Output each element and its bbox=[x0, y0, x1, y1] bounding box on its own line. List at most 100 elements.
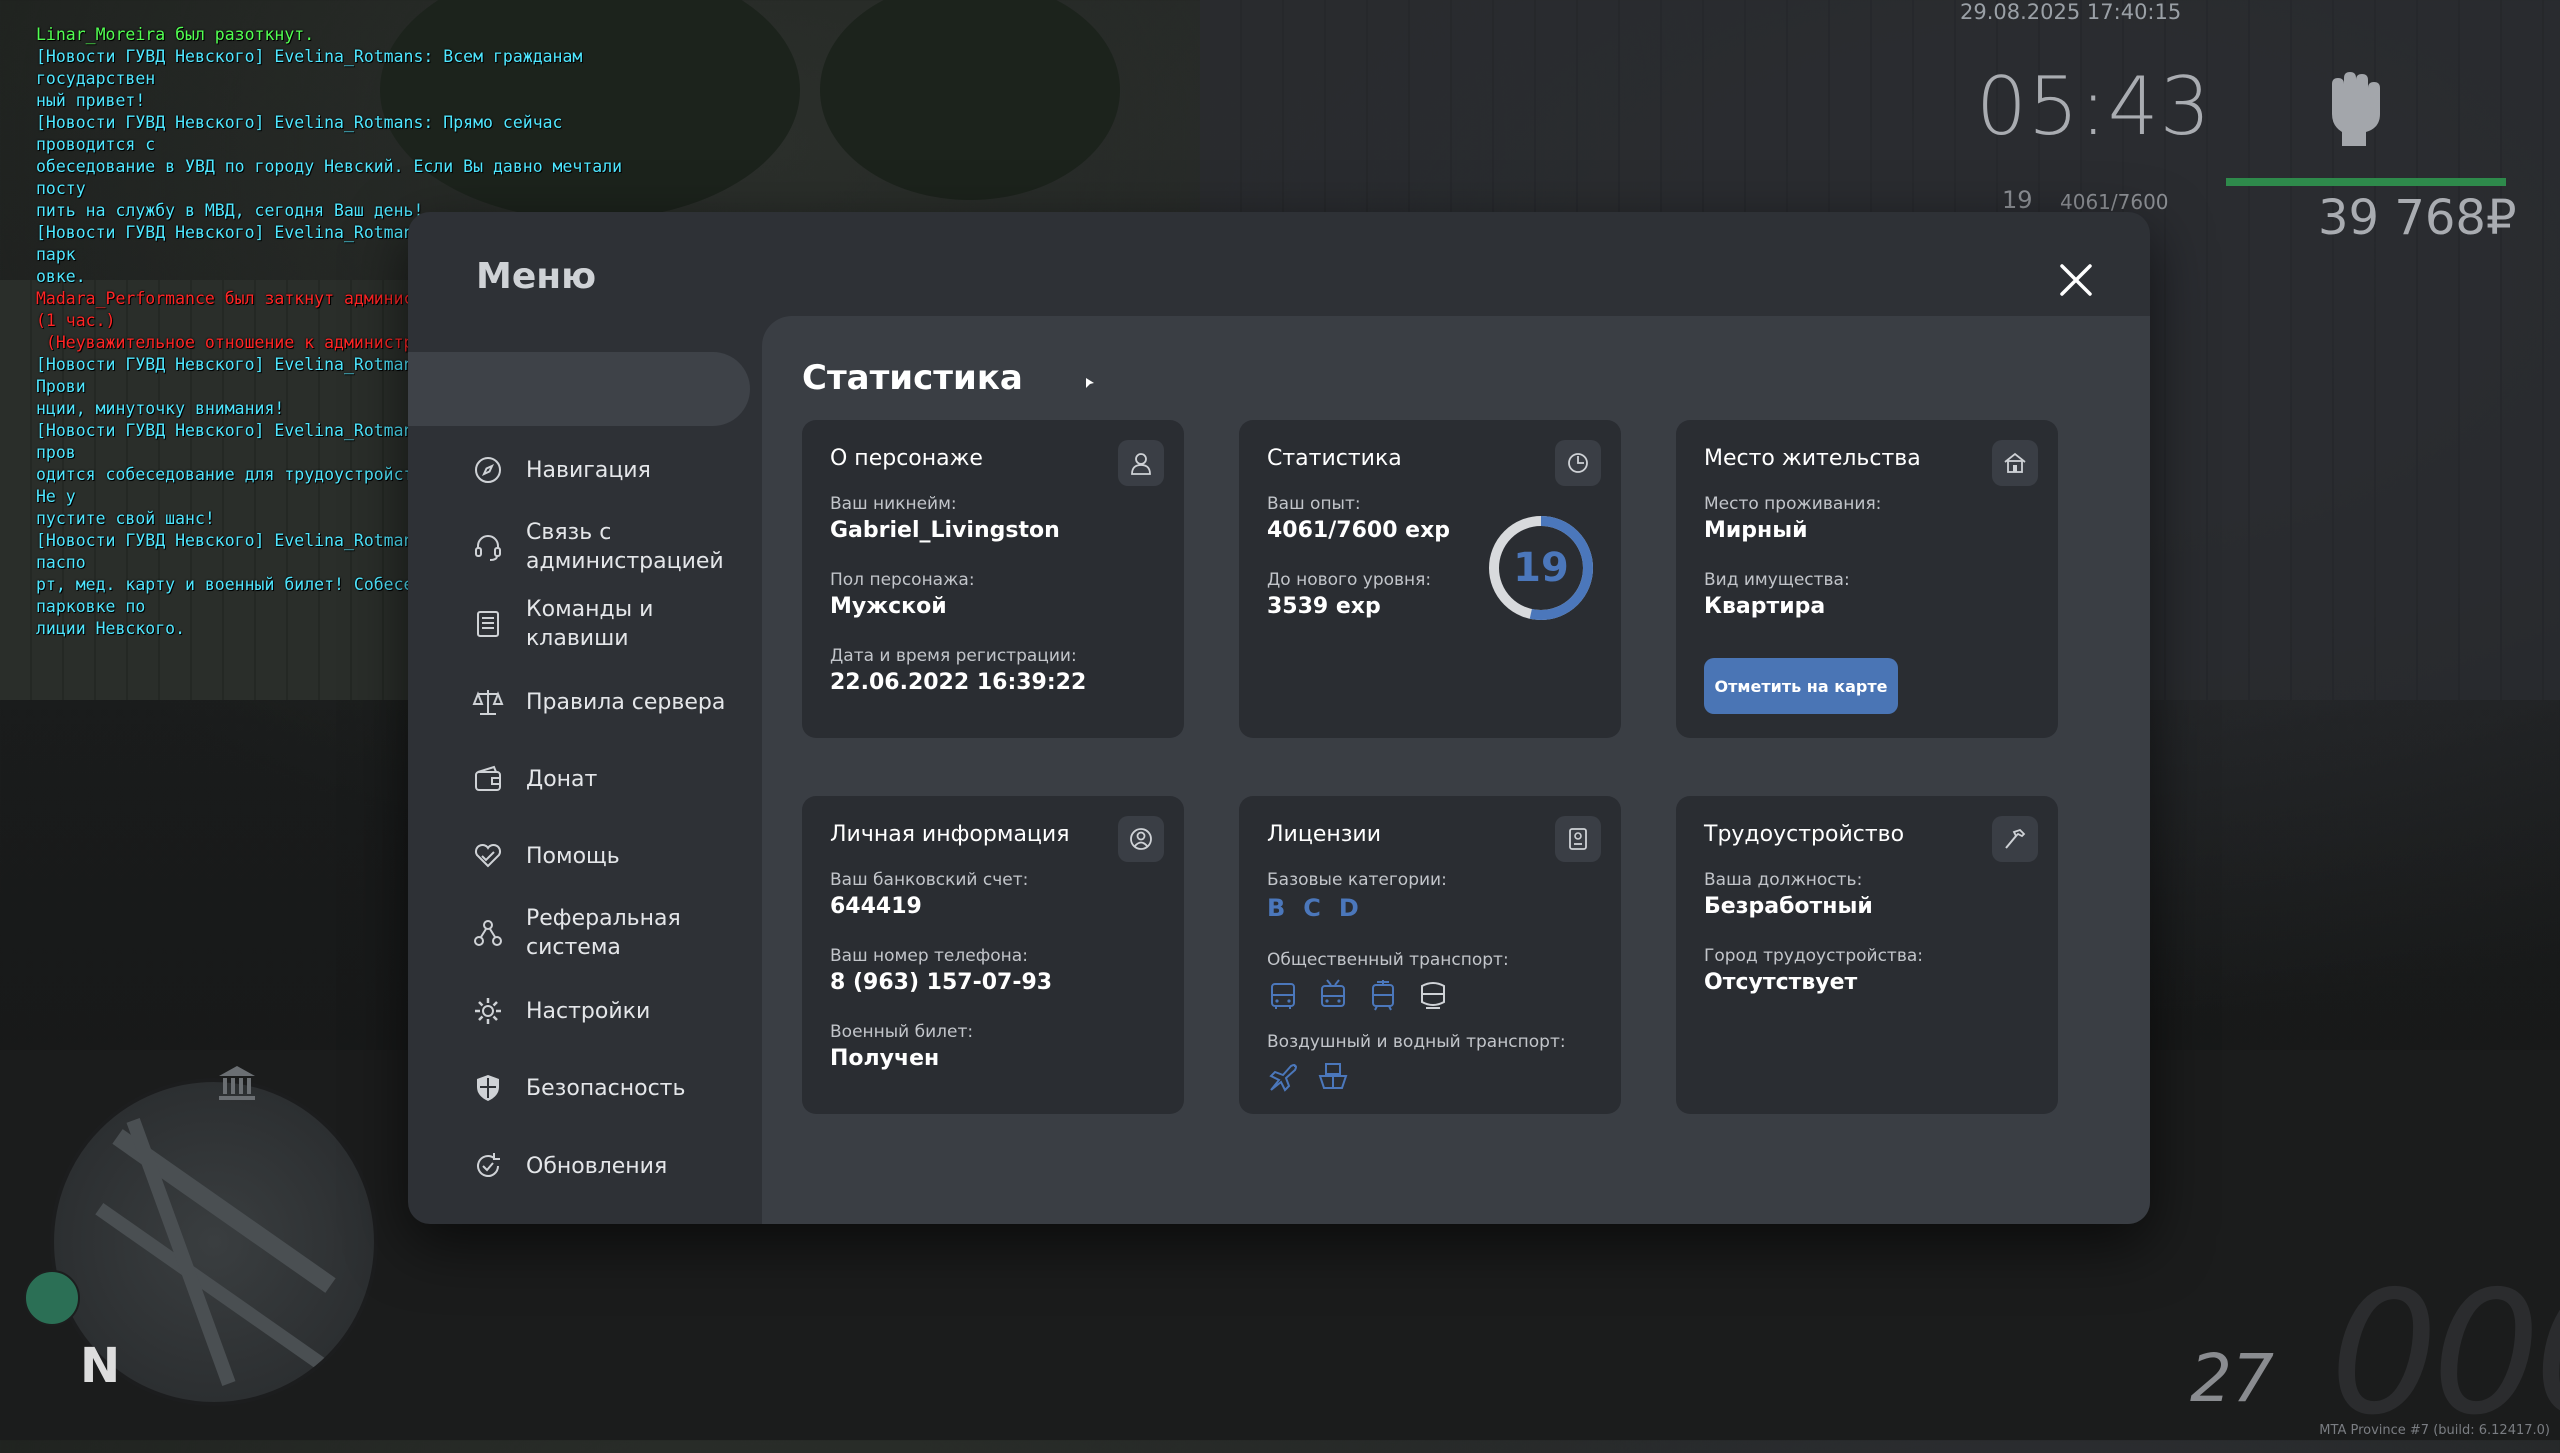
gear-icon bbox=[475, 998, 501, 1024]
minimap-north: N bbox=[80, 1338, 121, 1394]
hud-datetime: 29.08.2025 17:40:15 bbox=[1960, 0, 2182, 24]
sidebar-item-commands[interactable]: Команды и клавиши bbox=[472, 595, 653, 653]
sidebar-item-label: Помощь bbox=[526, 843, 620, 869]
content-title: Статистика bbox=[802, 358, 1023, 398]
background-tree bbox=[820, 0, 1120, 200]
sidebar-item-donate[interactable]: Донат bbox=[472, 763, 597, 795]
license-category-c: C bbox=[1303, 894, 1321, 922]
chat-line: [Новости ГУВД Невского] Evelina_Rotmans:… bbox=[36, 47, 583, 110]
license-card-icon bbox=[1569, 828, 1587, 850]
plane-icon bbox=[1269, 1064, 1297, 1092]
phone-value: 8 (963) 157-07-93 bbox=[830, 970, 1053, 995]
sidebar-item-help[interactable]: Помощь bbox=[472, 840, 620, 872]
bank-account-label: Ваш банковский счет: bbox=[830, 870, 1029, 890]
card-icon-box bbox=[1555, 440, 1601, 486]
property-label: Вид имущества: bbox=[1704, 570, 1850, 590]
mark-on-map-button[interactable]: Отметить на карте bbox=[1704, 658, 1898, 714]
military-label: Военный билет: bbox=[830, 1022, 974, 1042]
card-job: Трудоустройство Ваша должность: Безработ… bbox=[1676, 796, 2058, 1114]
headset-icon bbox=[475, 535, 501, 561]
sidebar-item-settings[interactable]: Настройки bbox=[472, 995, 650, 1027]
sidebar-item-label: Навигация bbox=[526, 457, 651, 483]
hud-level: 19 bbox=[2002, 186, 2033, 214]
chat-line: Linar_Moreira был разоткнут. bbox=[36, 25, 315, 44]
sidebar-item-security[interactable]: Безопасность bbox=[472, 1072, 685, 1104]
license-category-b: B bbox=[1267, 894, 1286, 922]
card-icon-box bbox=[1992, 440, 2038, 486]
air-water-transport-icons bbox=[1265, 1060, 1351, 1096]
card-title: Личная информация bbox=[830, 822, 1070, 847]
user-circle-icon bbox=[1130, 828, 1152, 850]
close-icon[interactable] bbox=[2054, 258, 2098, 302]
card-title: Место жительства bbox=[1704, 446, 1921, 471]
residence-label: Место проживания: bbox=[1704, 494, 1882, 514]
bus-stop-icon bbox=[24, 1270, 80, 1326]
nickname-label: Ваш никнейм: bbox=[830, 494, 957, 514]
registration-label: Дата и время регистрации: bbox=[830, 646, 1077, 666]
position-label: Ваша должность: bbox=[1704, 870, 1863, 890]
refresh-check-icon bbox=[477, 1153, 500, 1177]
sidebar-item-referral[interactable]: Реферальная система bbox=[472, 904, 681, 962]
sidebar-item-label: Донат bbox=[526, 766, 598, 792]
trolleybus-icon bbox=[1321, 979, 1345, 1007]
shield-icon bbox=[477, 1075, 499, 1101]
residence-value: Мирный bbox=[1704, 518, 1808, 543]
user-icon bbox=[1131, 453, 1151, 475]
phone-label: Ваш номер телефона: bbox=[830, 946, 1028, 966]
public-transport-label: Общественный транспорт: bbox=[1267, 950, 1509, 970]
bus-icon bbox=[1271, 983, 1295, 1009]
license-categories: B C D bbox=[1267, 894, 1359, 922]
hud-clock: 05:43 bbox=[1976, 60, 2212, 153]
base-categories-label: Базовые категории: bbox=[1267, 870, 1447, 890]
level-value: 19 bbox=[1513, 545, 1569, 591]
sidebar-item-label: Обновления bbox=[526, 1153, 668, 1179]
card-title: О персонаже bbox=[830, 446, 983, 471]
card-icon-box bbox=[1992, 816, 2038, 862]
bank-icon bbox=[219, 1066, 255, 1100]
handshake-heart-icon bbox=[474, 843, 502, 868]
compass-icon bbox=[475, 457, 501, 483]
card-residence: Место жительства Место проживания: Мирны… bbox=[1676, 420, 2058, 738]
next-level-label: До нового уровня: bbox=[1267, 570, 1432, 590]
registration-value: 22.06.2022 16:39:22 bbox=[830, 670, 1087, 695]
list-icon bbox=[477, 611, 499, 637]
bank-account-value: 644419 bbox=[830, 894, 922, 919]
card-icon-box bbox=[1555, 816, 1601, 862]
mouse-cursor bbox=[1086, 378, 1094, 388]
military-value: Получен bbox=[830, 1046, 940, 1071]
job-city-value: Отсутствует bbox=[1704, 970, 1858, 995]
hammer-icon bbox=[2005, 828, 2026, 849]
license-category-d: D bbox=[1338, 894, 1359, 922]
stats-content: Статистика О персонаже Ваш никнейм: Gabr… bbox=[762, 316, 2150, 1224]
sidebar-item-admin[interactable]: Связь с администрацией bbox=[472, 518, 724, 576]
sidebar-item-stats[interactable] bbox=[408, 352, 750, 426]
air-water-transport-label: Воздушный и водный транспорт: bbox=[1267, 1032, 1566, 1052]
chat-line: [Новости ГУВД Невского] Evelina_Rotmans:… bbox=[36, 113, 623, 220]
sidebar-item-navigation[interactable]: Навигация bbox=[472, 454, 651, 486]
hud-fuel: 27 bbox=[2190, 1340, 2274, 1417]
card-personal: Личная информация Ваш банковский счет: 6… bbox=[802, 796, 1184, 1114]
sidebar-item-label: Настройки bbox=[526, 998, 651, 1024]
sidebar-item-label: Правила сервера bbox=[526, 689, 726, 715]
build-info: MTA Province #7 (build: 6.12417.0) bbox=[2319, 1423, 2550, 1438]
sidebar-item-label: Команды и клавиши bbox=[526, 597, 654, 651]
next-level-value: 3539 exp bbox=[1267, 594, 1381, 619]
card-title: Трудоустройство bbox=[1704, 822, 1905, 847]
job-city-label: Город трудоустройства: bbox=[1704, 946, 1923, 966]
wallet-icon bbox=[475, 765, 501, 791]
menu-title: Меню bbox=[476, 256, 597, 297]
sidebar-item-rules[interactable]: Правила сервера bbox=[472, 686, 725, 718]
card-title: Статистика bbox=[1267, 446, 1402, 471]
menu-window: Меню Навигация Связь с администрацией Ко… bbox=[408, 212, 2150, 1224]
sidebar-item-updates[interactable]: Обновления bbox=[472, 1150, 667, 1182]
fist-weapon-icon bbox=[2332, 72, 2380, 146]
hud-health-bar bbox=[2226, 178, 2506, 186]
public-transport-icons bbox=[1265, 978, 1451, 1014]
tram-icon bbox=[1372, 980, 1394, 1011]
exp-value: 4061/7600 exp bbox=[1267, 518, 1451, 543]
users-network-icon bbox=[474, 920, 502, 946]
sidebar-item-label: Связь с администрацией bbox=[526, 520, 724, 574]
card-character: О персонаже Ваш никнейм: Gabriel_Livings… bbox=[802, 420, 1184, 738]
scales-icon bbox=[472, 690, 504, 715]
exp-label: Ваш опыт: bbox=[1267, 494, 1361, 514]
